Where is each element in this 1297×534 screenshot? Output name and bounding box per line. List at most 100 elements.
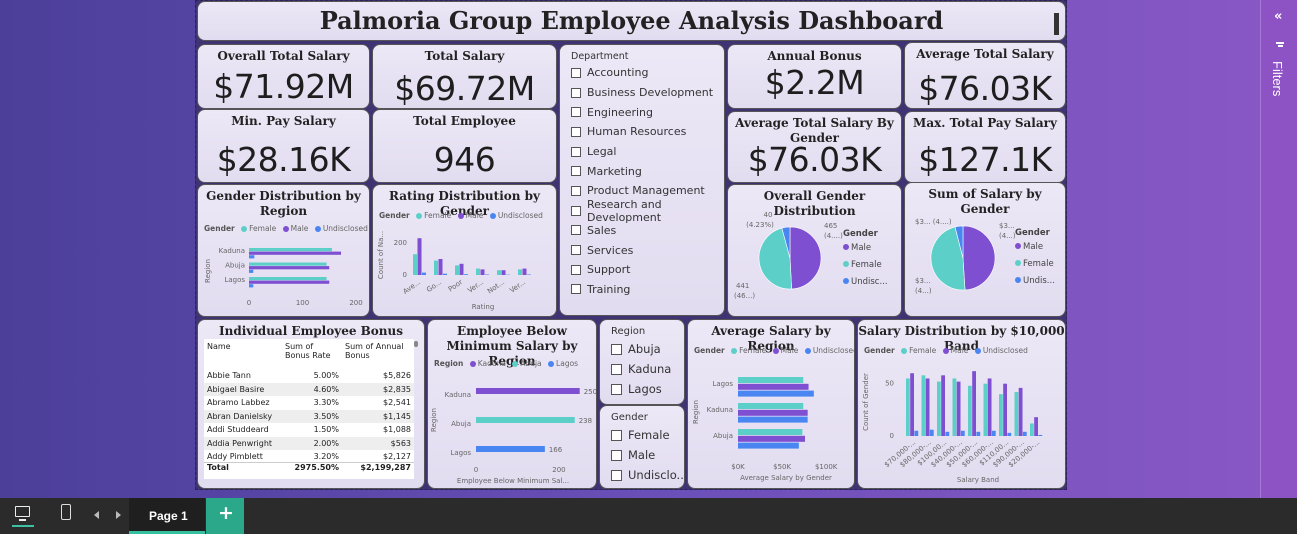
checkbox[interactable]: [571, 264, 581, 275]
kpi-max-total-pay-salary[interactable]: Max. Total Pay Salary $127.1K: [904, 111, 1066, 183]
checkbox[interactable]: [611, 429, 622, 441]
tick-label: $50K: [773, 463, 791, 471]
overall-gender-distribution-chart[interactable]: Overall Gender Distribution 40 (4.23%) 465…: [727, 184, 902, 317]
tick-label: 0: [247, 299, 251, 307]
bar: [738, 429, 803, 435]
previous-page-icon[interactable]: [94, 511, 99, 519]
checkbox[interactable]: [571, 107, 581, 118]
bar: [910, 373, 914, 436]
slicer-item-label: Product Management: [587, 184, 705, 198]
kpi-min-pay-salary[interactable]: Min. Pay Salary $28.16K: [197, 109, 370, 183]
category-label: Lagos: [224, 276, 245, 284]
checkbox[interactable]: [611, 469, 622, 481]
slicer-item[interactable]: Human Resources: [571, 122, 720, 142]
slicer-item-label: Abuja: [628, 342, 661, 356]
slicer-item[interactable]: Marketing: [571, 161, 720, 181]
slicer-item[interactable]: Legal: [571, 142, 720, 162]
table-row[interactable]: Addia Penwright 2.00% $563: [204, 436, 414, 450]
rating-distribution-chart[interactable]: Rating Distribution by Gender Gender Fem…: [372, 184, 557, 317]
data-label: 441: [736, 282, 749, 290]
bar: [738, 435, 806, 442]
table-row[interactable]: Abramo Labbez 3.30% $2,541: [204, 396, 414, 410]
bar: [249, 277, 327, 281]
kpi-total-salary[interactable]: Total Salary $69.72M: [372, 44, 557, 109]
slicer-item-label: Marketing: [587, 164, 642, 178]
cell-annual-bonus: $1,145: [383, 411, 411, 421]
gender-distribution-by-region-chart[interactable]: Gender Distribution by Region Gender Fem…: [197, 184, 370, 317]
slicer-item[interactable]: Research and Development: [571, 198, 720, 224]
bar: [738, 383, 809, 390]
slicer-item[interactable]: Female: [611, 425, 684, 445]
slicer-item[interactable]: Engineering: [571, 102, 720, 122]
checkbox[interactable]: [571, 205, 581, 216]
filter-icon[interactable]: [1276, 42, 1284, 48]
desktop-view-icon[interactable]: [12, 505, 34, 527]
legend-dot: [1015, 277, 1021, 283]
slicer-item-label: Support: [587, 263, 631, 277]
average-salary-by-region-chart[interactable]: Average Salary by Region Gender Female M…: [687, 319, 855, 489]
mobile-view-icon[interactable]: [61, 504, 71, 520]
checkbox[interactable]: [611, 363, 622, 375]
slicer-item[interactable]: Training: [571, 280, 720, 300]
kpi-total-employee[interactable]: Total Employee 946: [372, 109, 557, 183]
salary-band-chart[interactable]: Salary Distribution by $10,000 Band Gend…: [857, 319, 1066, 489]
checkbox[interactable]: [611, 343, 622, 355]
cell-annual-bonus: $2,541: [383, 398, 411, 408]
slicer-item[interactable]: Support: [571, 260, 720, 280]
bar: [497, 270, 501, 275]
slicer-item[interactable]: Male: [611, 445, 684, 465]
column-header-annual-bonus[interactable]: Sum of Annual Bonus: [342, 339, 414, 369]
kpi-label: Total Salary: [424, 49, 505, 63]
slicer-item[interactable]: Lagos: [611, 379, 671, 399]
filters-pane[interactable]: « Filters: [1260, 0, 1297, 498]
next-page-icon[interactable]: [116, 511, 121, 519]
checkbox[interactable]: [611, 383, 622, 395]
below-minimum-salary-chart[interactable]: Employee Below Minimum Salary by Region …: [427, 319, 597, 489]
checkbox[interactable]: [571, 126, 581, 137]
table-row[interactable]: Abigael Basire 4.60% $2,835: [204, 382, 414, 396]
checkbox[interactable]: [571, 185, 581, 196]
checkbox[interactable]: [571, 67, 581, 78]
region-slicer: Region Abuja Kaduna Lagos: [599, 319, 685, 405]
collapse-icon[interactable]: «: [1274, 9, 1282, 24]
cell-annual-bonus: $2,835: [383, 384, 411, 394]
table-scrollbar[interactable]: [414, 341, 418, 347]
kpi-average-total-salary[interactable]: Average Total Salary $76.03K: [904, 42, 1066, 109]
kpi-avg-salary-by-gender[interactable]: Average Total Salary By Gender $76.03K: [727, 111, 902, 183]
checkbox[interactable]: [571, 87, 581, 98]
slicer-item[interactable]: Undisclo...: [611, 465, 684, 485]
data-label: $3...: [915, 277, 931, 285]
tab-page-1[interactable]: Page 1: [129, 498, 205, 534]
kpi-annual-bonus[interactable]: Annual Bonus $2.2M: [727, 44, 902, 109]
checkbox[interactable]: [571, 245, 581, 256]
table-row[interactable]: Abran Danielsky 3.50% $1,145: [204, 409, 414, 423]
axis-label: Average Salary by Gender: [740, 474, 832, 482]
slicer-item[interactable]: Services: [571, 240, 720, 260]
data-label: 238: [579, 417, 592, 425]
checkbox[interactable]: [571, 225, 581, 236]
bar: [1014, 392, 1019, 436]
slicer-item[interactable]: Accounting: [571, 63, 720, 83]
slicer-item[interactable]: Business Development: [571, 83, 720, 103]
sum-of-salary-by-gender-chart[interactable]: Sum of Salary by Gender $3... (4....) $3.…: [904, 182, 1066, 317]
region-list: Abuja Kaduna Lagos: [611, 339, 671, 399]
table-row[interactable]: Abbie Tann 5.00% $5,826: [204, 369, 414, 383]
checkbox[interactable]: [611, 449, 622, 461]
slicer-item-label: Business Development: [587, 86, 714, 100]
bar: [476, 388, 580, 394]
checkbox[interactable]: [571, 146, 581, 157]
tab-label: Page 1: [149, 509, 188, 523]
legend-dot: [1015, 260, 1021, 266]
checkbox[interactable]: [571, 166, 581, 177]
column-header-name[interactable]: Name: [204, 339, 282, 369]
slicer-item[interactable]: Abuja: [611, 339, 671, 359]
pie-slice: [962, 225, 996, 291]
checkbox[interactable]: [571, 284, 581, 295]
add-page-button[interactable]: +: [206, 498, 244, 534]
kpi-overall-total-salary[interactable]: Overall Total Salary $71.92M: [197, 44, 370, 109]
cell-annual-bonus: $563: [390, 438, 411, 448]
table-row[interactable]: Addi Studdeard 1.50% $1,088: [204, 423, 414, 437]
column-header-bonus-rate[interactable]: Sum of Bonus Rate: [282, 339, 342, 369]
filters-label[interactable]: Filters: [1270, 61, 1285, 96]
slicer-item[interactable]: Kaduna: [611, 359, 671, 379]
